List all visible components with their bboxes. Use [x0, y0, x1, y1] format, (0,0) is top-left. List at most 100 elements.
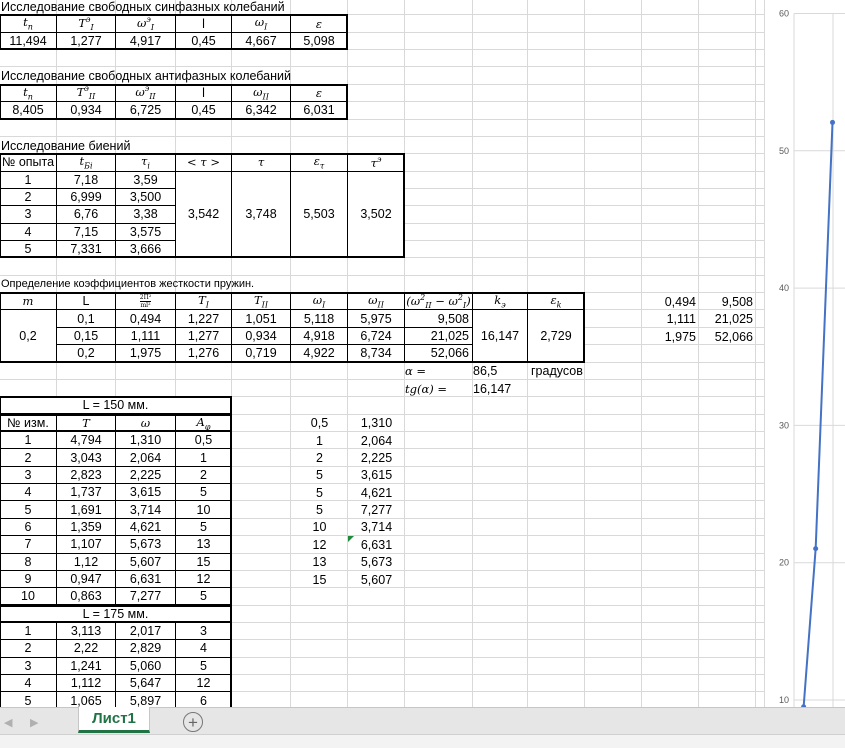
l150-title[interactable]: L = 150 мм. — [0, 397, 232, 415]
cell[interactable]: 0,719 — [232, 345, 291, 363]
cell[interactable]: 1,310 — [348, 415, 405, 432]
cell[interactable]: 1,737 — [57, 484, 116, 502]
l175-title[interactable]: L = 175 мм. — [0, 605, 232, 623]
column-header[interactable]: tБi — [57, 154, 116, 172]
tg-label[interactable]: tg(α) = — [405, 380, 450, 397]
column-header[interactable]: ωII — [348, 293, 405, 311]
cell[interactable]: 1 — [0, 622, 57, 641]
cell[interactable]: 1,277 — [176, 327, 232, 346]
cell[interactable]: 5,118 — [291, 310, 348, 328]
cell[interactable]: 5 — [291, 467, 348, 484]
cell[interactable]: 1,975 — [116, 345, 176, 363]
cell[interactable]: 7,15 — [57, 223, 116, 242]
cell[interactable]: 6,631 — [116, 570, 176, 589]
cell[interactable]: 2 — [291, 449, 348, 466]
column-header[interactable]: m — [0, 293, 57, 311]
cell[interactable]: 10 — [291, 519, 348, 536]
cell[interactable]: 0,494 — [116, 310, 176, 328]
alpha-unit[interactable]: градусов — [528, 363, 583, 380]
cell[interactable]: 6,76 — [57, 206, 116, 224]
cell[interactable]: 3,615 — [348, 467, 405, 484]
cell[interactable]: 4,794 — [57, 432, 116, 450]
cell[interactable]: 1,111 — [116, 327, 176, 346]
cell[interactable]: 0,494 — [642, 293, 699, 310]
alpha-value[interactable]: 86,5 — [473, 363, 497, 380]
cell[interactable]: 0,863 — [57, 588, 116, 606]
column-header[interactable]: 2Π² ml² — [116, 293, 176, 311]
summary-cell[interactable]: 3,748 — [232, 171, 291, 259]
cell[interactable]: 6 — [0, 518, 57, 537]
cell[interactable]: 1 — [176, 449, 232, 467]
cell[interactable]: 3,043 — [57, 449, 116, 467]
cell[interactable]: 5,098 — [291, 32, 348, 51]
cell[interactable]: 1,310 — [116, 432, 176, 450]
cell[interactable]: 5,673 — [116, 536, 176, 554]
cell[interactable]: 3 — [0, 206, 57, 224]
spreadsheet-grid[interactable]: Исследование свободных синфазных колебан… — [0, 0, 845, 707]
cell[interactable]: 6,725 — [116, 102, 176, 120]
cell[interactable]: 1,065 — [57, 692, 116, 707]
cell[interactable]: 3,113 — [57, 622, 116, 641]
cell[interactable]: 3,714 — [348, 519, 405, 536]
column-header[interactable]: < τ > — [176, 154, 232, 172]
cell[interactable]: 5 — [176, 518, 232, 537]
cell[interactable]: 0,1 — [57, 310, 116, 328]
cell[interactable]: 3,714 — [116, 501, 176, 519]
column-header[interactable]: № изм. — [0, 414, 57, 432]
cell[interactable]: 10 — [176, 501, 232, 519]
eps-k-cell[interactable]: 2,729 — [528, 310, 585, 363]
add-sheet-button[interactable]: + — [183, 712, 203, 732]
k-cell[interactable]: 16,147 — [473, 310, 528, 363]
scroll-tabs-left-icon[interactable]: ◀ — [4, 716, 12, 729]
column-header[interactable]: ωI — [291, 293, 348, 311]
summary-cell[interactable]: 5,503 — [291, 171, 348, 259]
cell[interactable]: 3,500 — [116, 188, 176, 207]
cell[interactable]: 5,975 — [348, 310, 405, 328]
cell[interactable]: 3,666 — [116, 241, 176, 259]
cell[interactable]: 4,621 — [348, 484, 405, 501]
cell[interactable]: 5,897 — [116, 692, 176, 707]
cell[interactable]: 1,359 — [57, 518, 116, 537]
cell[interactable]: 2,823 — [57, 466, 116, 485]
cell[interactable]: 12 — [176, 675, 232, 693]
cell[interactable]: 21,025 — [699, 310, 756, 327]
cell[interactable]: 4 — [0, 223, 57, 242]
cell[interactable]: 1,051 — [232, 310, 291, 328]
cell[interactable]: 11,494 — [0, 32, 57, 51]
summary-cell[interactable]: 3,502 — [348, 171, 405, 259]
cell[interactable]: 3,59 — [116, 171, 176, 189]
cell[interactable]: 5 — [0, 501, 57, 519]
column-header[interactable]: ε — [291, 15, 348, 33]
cell[interactable]: 5 — [291, 501, 348, 518]
cell[interactable]: 6,999 — [57, 188, 116, 207]
column-header[interactable]: TI — [176, 293, 232, 311]
cell[interactable]: 4 — [176, 640, 232, 658]
column-header[interactable]: ωэII — [116, 84, 176, 103]
column-header[interactable]: ωII — [232, 84, 291, 103]
column-header[interactable]: ω — [116, 414, 176, 432]
cell[interactable]: 13 — [291, 554, 348, 571]
cell[interactable]: 12 — [291, 536, 348, 553]
cell[interactable]: 5,060 — [116, 657, 176, 676]
column-header[interactable]: TII — [232, 293, 291, 311]
mass-cell[interactable]: 0,2 — [0, 310, 57, 363]
cell[interactable]: 2,017 — [116, 622, 176, 641]
cell[interactable]: 7 — [0, 536, 57, 554]
column-header[interactable]: τ — [232, 154, 291, 172]
cell[interactable]: 5,607 — [348, 571, 405, 588]
cell[interactable]: 6 — [176, 692, 232, 707]
cell[interactable]: 2,064 — [348, 432, 405, 449]
cell[interactable]: 6,031 — [291, 102, 348, 120]
cell[interactable]: 2 — [176, 466, 232, 485]
cell[interactable]: 1,241 — [57, 657, 116, 676]
tg-value[interactable]: 16,147 — [473, 380, 511, 397]
column-header[interactable]: ωэI — [116, 15, 176, 33]
cell[interactable]: 8,405 — [0, 102, 57, 120]
cell[interactable]: 6,342 — [232, 102, 291, 120]
cell[interactable]: 1,112 — [57, 675, 116, 693]
cell[interactable]: 4,917 — [116, 32, 176, 51]
cell[interactable]: 0,5 — [291, 415, 348, 432]
column-header[interactable]: l — [176, 84, 232, 103]
cell[interactable]: 1,111 — [642, 310, 699, 327]
column-header[interactable]: Aφ — [176, 414, 232, 432]
